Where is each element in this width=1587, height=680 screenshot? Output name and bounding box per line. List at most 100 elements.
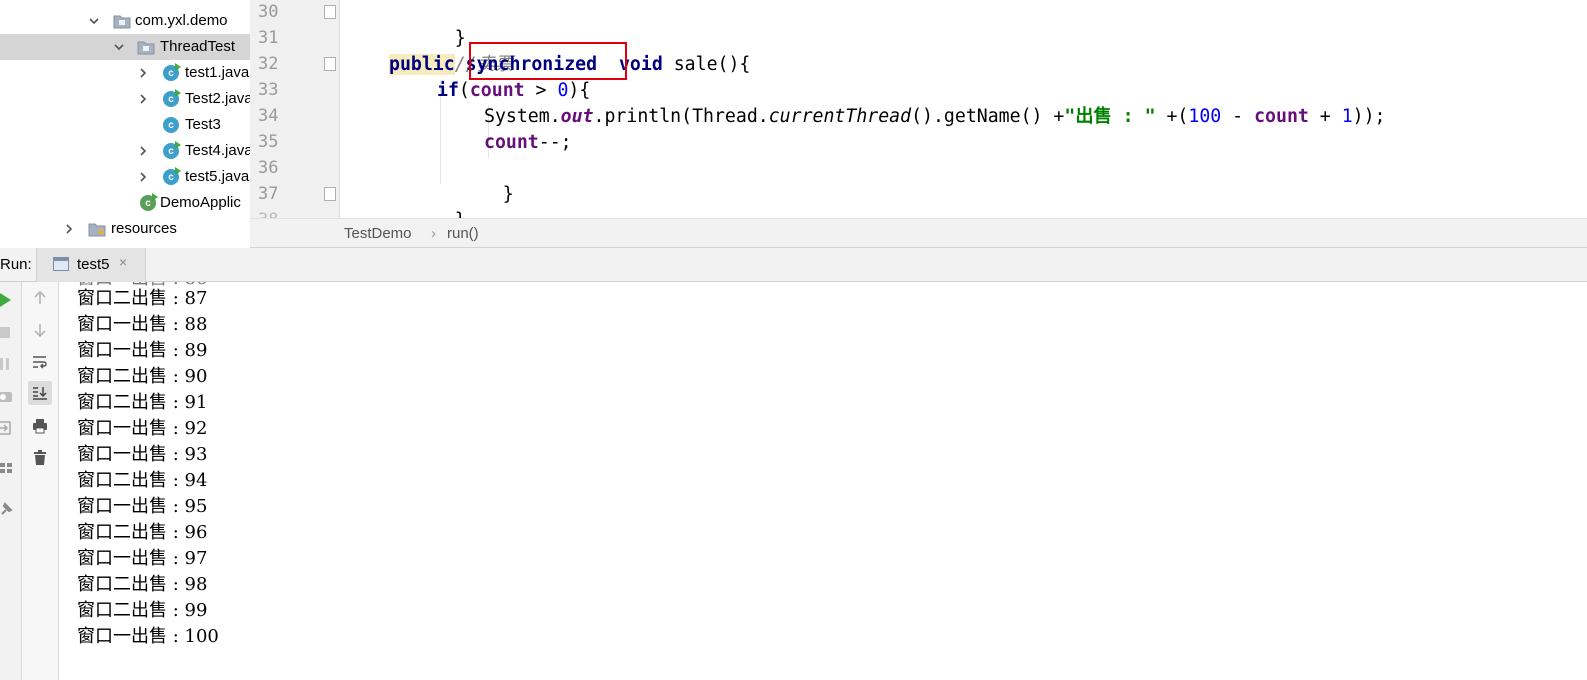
field-count: count	[1254, 106, 1309, 127]
decrement: --;	[538, 132, 572, 153]
tree-item-test4[interactable]: c Test4.java	[0, 138, 250, 164]
close-icon[interactable]: ×	[119, 254, 127, 270]
chevron-right-icon[interactable]	[136, 92, 150, 106]
fold-start-icon[interactable]	[324, 57, 336, 71]
tree-item-label: com.yxl.demo	[135, 12, 228, 29]
tree-item-label: test5.java	[185, 168, 250, 185]
chevron-right-icon[interactable]	[136, 66, 150, 80]
breadcrumb-separator: ›	[431, 225, 436, 242]
arrow-up-icon[interactable]	[28, 286, 52, 310]
console-icon	[53, 257, 69, 271]
tree-item-label: Test2.java	[185, 90, 250, 107]
tree-item-test2[interactable]: c Test2.java	[0, 86, 250, 112]
synchronized-highlight-box	[469, 42, 627, 80]
console-line: 窗口二出售 : 91	[77, 392, 208, 413]
line-number: 32	[258, 54, 279, 74]
tree-item-threadtest[interactable]: ThreadTest	[0, 34, 250, 60]
trash-icon[interactable]	[28, 446, 52, 470]
arrow-down-icon[interactable]	[28, 318, 52, 342]
camera-icon[interactable]	[0, 386, 14, 406]
static-method-currentthread: currentThread	[768, 106, 912, 127]
breadcrumb-class[interactable]: TestDemo	[344, 225, 412, 242]
number-literal: 100	[1188, 106, 1222, 127]
chevron-right-icon[interactable]	[62, 222, 76, 236]
soft-wrap-icon[interactable]	[28, 350, 52, 374]
tree-row-partial	[0, 0, 250, 8]
breadcrumb-method[interactable]: run()	[447, 225, 479, 242]
console-line: 窗口一出售 : 92	[77, 418, 208, 439]
code-area[interactable]: } //卖票 public synchronized void sale(){ …	[342, 0, 1587, 218]
tree-item-label: resources	[111, 220, 177, 237]
java-class-icon: c	[163, 141, 181, 159]
console-line: 窗口一出售 : 97	[77, 548, 208, 569]
line-number-partial: 38	[258, 210, 288, 218]
operator: -	[1221, 106, 1255, 127]
line-number: 33	[258, 80, 279, 100]
keyword-public: public	[389, 54, 455, 75]
console-line: 窗口一出售 : 88	[77, 314, 208, 335]
number-literal: 0	[557, 80, 569, 101]
field-count: count	[484, 132, 539, 153]
console-toolbar	[22, 282, 59, 680]
code-line-35: count--;	[484, 130, 572, 156]
code-line-30: }	[389, 0, 466, 49]
chevron-right-icon[interactable]	[136, 170, 150, 184]
java-class-icon: c	[163, 89, 181, 107]
console-line: 窗口二出售 : 98	[77, 574, 208, 595]
operator: >	[524, 80, 558, 101]
console-line: 窗口二出售 : 90	[77, 366, 208, 387]
code-line-34: System.out.println(Thread.currentThread(…	[484, 104, 1386, 130]
code-line-37: }	[389, 182, 466, 218]
line-number: 36	[258, 158, 279, 178]
code-editor[interactable]: 30 31 32 33 34 35 36 37 38 } //卖票 public…	[250, 0, 1587, 218]
method-signature: sale(){	[673, 54, 751, 75]
console-line: 窗口一出售 : 93	[77, 444, 208, 465]
tree-item-com-yxl-demo[interactable]: com.yxl.demo	[0, 8, 250, 34]
print-icon[interactable]	[28, 414, 52, 438]
run-tab-label: test5	[77, 256, 110, 273]
getname-call: ().getName() +	[911, 106, 1065, 127]
line-number: 30	[258, 2, 279, 22]
stop-icon[interactable]	[0, 322, 14, 342]
run-label: Run:	[0, 256, 32, 273]
package-folder-icon	[113, 13, 131, 29]
spring-boot-class-icon: c	[140, 193, 158, 211]
chevron-right-icon[interactable]	[136, 144, 150, 158]
scroll-to-end-icon[interactable]	[28, 381, 52, 405]
println-call: .println(Thread.	[593, 106, 769, 127]
fold-end-icon[interactable]	[324, 5, 336, 19]
line-number: 34	[258, 106, 279, 126]
field-count: count	[469, 80, 525, 101]
chevron-down-icon[interactable]	[87, 14, 101, 28]
fold-end-icon[interactable]	[324, 187, 336, 201]
console-line: 窗口一出售 : 89	[77, 340, 208, 361]
layout-icon[interactable]	[0, 458, 14, 478]
line-number: 37	[258, 184, 279, 204]
console-line: 窗口一出售 : 100	[77, 626, 219, 647]
tree-item-test3[interactable]: c Test3	[0, 112, 250, 138]
login-icon[interactable]	[0, 418, 14, 438]
package-folder-icon	[137, 39, 155, 55]
operator: +	[1308, 106, 1342, 127]
tree-item-test5[interactable]: c test5.java	[0, 164, 250, 190]
tree-item-label: Test3	[185, 116, 221, 133]
tree-item-resources[interactable]: resources	[0, 216, 250, 242]
run-tab-test5[interactable]: test5 ×	[36, 248, 146, 282]
console-line: 窗口二出售 : 96	[77, 522, 208, 543]
rerun-icon[interactable]	[0, 290, 14, 310]
console-line: 窗口二出售 : 87	[77, 288, 208, 309]
paren: ){	[568, 80, 591, 101]
chevron-down-icon[interactable]	[112, 40, 126, 54]
java-class-icon: c	[163, 63, 181, 81]
tree-item-demoapplication[interactable]: c DemoApplic	[0, 190, 250, 216]
breadcrumb: TestDemo › run()	[250, 218, 1587, 248]
tree-item-label: DemoApplic	[160, 194, 241, 211]
console-output[interactable]: 窗口一出售 : 86 窗口二出售 : 87 窗口一出售 : 88 窗口一出售 :…	[59, 282, 1587, 680]
static-field-out: out	[560, 106, 594, 127]
tree-item-test1[interactable]: c test1.java	[0, 60, 250, 86]
keyword-if: if	[437, 80, 459, 101]
console-line: 窗口二出售 : 94	[77, 470, 208, 491]
pause-icon[interactable]	[0, 354, 14, 374]
pin-icon[interactable]	[0, 498, 14, 518]
class-system: System.	[484, 106, 561, 127]
